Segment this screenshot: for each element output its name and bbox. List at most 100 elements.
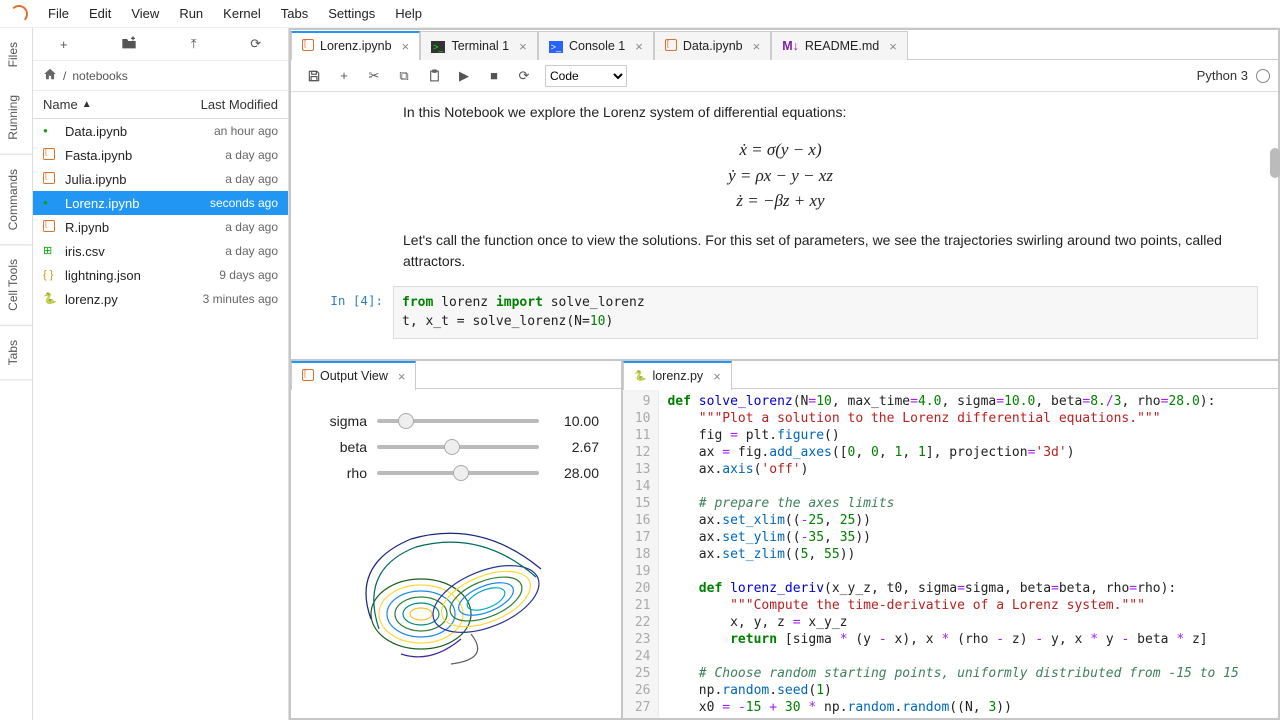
markdown-text: Let's call the function once to view the… xyxy=(403,230,1258,272)
file-name: Julia.ipynb xyxy=(65,172,225,187)
json-icon: { } xyxy=(43,270,59,281)
paste-button[interactable] xyxy=(419,64,449,88)
tabbar-top: Lorenz.ipynb×>_Terminal 1×>_Console 1×Da… xyxy=(291,30,1278,60)
close-icon[interactable]: × xyxy=(753,39,761,54)
tab-console-1[interactable]: >_Console 1× xyxy=(538,31,654,60)
slider-thumb[interactable] xyxy=(444,439,460,455)
restart-button[interactable]: ⟳ xyxy=(509,64,539,88)
file-name: Data.ipynb xyxy=(65,124,214,139)
close-icon[interactable]: × xyxy=(402,39,410,54)
filebrowser-toolbar: + ⤒ ⟳ xyxy=(33,28,288,61)
menu-help[interactable]: Help xyxy=(385,2,432,25)
close-icon[interactable]: × xyxy=(635,39,643,54)
file-modified: a day ago xyxy=(225,244,278,258)
slider-track[interactable] xyxy=(377,419,539,423)
sort-asc-icon: ▲ xyxy=(82,99,92,110)
kernel-name[interactable]: Python 3 xyxy=(1197,68,1248,83)
tab-terminal-1[interactable]: >_Terminal 1× xyxy=(420,31,538,60)
cut-button[interactable]: ✂ xyxy=(359,64,389,88)
slider-sigma[interactable]: sigma10.00 xyxy=(297,413,615,429)
slider-label: sigma xyxy=(313,413,367,429)
close-icon[interactable]: × xyxy=(713,369,721,384)
notebook-toolbar: + ✂ ⧉ ▶ ■ ⟳ Code Python 3 xyxy=(291,60,1278,92)
sidebar-tab-running[interactable]: Running xyxy=(0,81,32,155)
slider-thumb[interactable] xyxy=(398,413,414,429)
slider-thumb[interactable] xyxy=(453,465,469,481)
column-header-name[interactable]: Name ▲ xyxy=(43,97,201,112)
close-icon[interactable]: × xyxy=(519,39,527,54)
file-modified: a day ago xyxy=(225,220,278,234)
tab-lorenz-py[interactable]: 🐍 lorenz.py × xyxy=(623,361,732,390)
file-name: iris.csv xyxy=(65,244,225,259)
close-icon[interactable]: × xyxy=(889,39,897,54)
menu-file[interactable]: File xyxy=(38,2,79,25)
new-folder-button[interactable] xyxy=(113,32,145,57)
file-row[interactable]: { }lightning.json9 days ago xyxy=(33,263,288,287)
file-row[interactable]: ●Lorenz.ipynbseconds ago xyxy=(33,191,288,215)
file-row[interactable]: 🐍lorenz.py3 minutes ago xyxy=(33,287,288,311)
tab-lorenz-ipynb[interactable]: Lorenz.ipynb× xyxy=(291,31,420,60)
file-row[interactable]: Fasta.ipynba day ago xyxy=(33,143,288,167)
sidebar-tab-cell-tools[interactable]: Cell Tools xyxy=(0,245,32,326)
refresh-button[interactable]: ⟳ xyxy=(242,32,269,56)
jupyter-logo-icon xyxy=(10,5,28,23)
slider-track[interactable] xyxy=(377,445,539,449)
slider-beta[interactable]: beta2.67 xyxy=(297,439,615,455)
term-icon: >_ xyxy=(431,39,445,53)
menu-edit[interactable]: Edit xyxy=(79,2,121,25)
python-icon: 🐍 xyxy=(43,294,59,305)
upload-button[interactable]: ⤒ xyxy=(183,32,205,56)
md-icon: M↓ xyxy=(782,39,799,53)
slider-label: beta xyxy=(313,439,367,455)
breadcrumb-item[interactable]: notebooks xyxy=(72,69,127,83)
sidebar-tab-files[interactable]: Files xyxy=(0,28,32,81)
menu-view[interactable]: View xyxy=(121,2,169,25)
sidebar-tab-commands[interactable]: Commands xyxy=(0,155,32,245)
file-row[interactable]: R.ipynba day ago xyxy=(33,215,288,239)
new-launcher-button[interactable]: + xyxy=(52,33,76,56)
file-row[interactable]: Julia.ipynba day ago xyxy=(33,167,288,191)
file-modified: a day ago xyxy=(225,148,278,162)
copy-button[interactable]: ⧉ xyxy=(389,64,419,88)
notebook-icon xyxy=(43,220,59,235)
output-view-pane: Output View × sigma10.00 beta2.67 rho28.00 xyxy=(291,361,621,718)
file-name: lightning.json xyxy=(65,268,219,283)
text-editor[interactable]: 9 10 11 12 13 14 15 16 17 18 19 20 21 22… xyxy=(623,389,1278,718)
file-row[interactable]: ●Data.ipynban hour ago xyxy=(33,119,288,143)
breadcrumb[interactable]: / notebooks xyxy=(33,61,288,91)
file-row[interactable]: ⊞iris.csva day ago xyxy=(33,239,288,263)
editor-pane: 🐍 lorenz.py × 9 10 11 12 13 14 15 16 17 … xyxy=(623,361,1278,718)
slider-rho[interactable]: rho28.00 xyxy=(297,465,615,481)
code-cell[interactable]: In [4]: from lorenz import solve_lorenz … xyxy=(303,286,1258,339)
code-input[interactable]: from lorenz import solve_lorenz t, x_t =… xyxy=(393,286,1258,339)
menu-run[interactable]: Run xyxy=(169,2,213,25)
kernel-status-icon xyxy=(1256,69,1270,83)
menu-settings[interactable]: Settings xyxy=(318,2,385,25)
save-button[interactable] xyxy=(299,64,329,88)
cell-type-select[interactable]: Code xyxy=(545,65,627,87)
add-cell-button[interactable]: + xyxy=(329,64,359,88)
code-area[interactable]: def solve_lorenz(N=10, max_time=4.0, sig… xyxy=(659,389,1278,718)
line-gutter: 9 10 11 12 13 14 15 16 17 18 19 20 21 22… xyxy=(623,389,659,718)
file-name: Fasta.ipynb xyxy=(65,148,225,163)
notebook-pane: Lorenz.ipynb×>_Terminal 1×>_Console 1×Da… xyxy=(291,30,1278,359)
file-modified: seconds ago xyxy=(210,196,278,210)
file-name: R.ipynb xyxy=(65,220,225,235)
scrollbar-thumb[interactable] xyxy=(1270,148,1278,178)
column-header-modified[interactable]: Last Modified xyxy=(201,97,278,112)
tab-readme-md[interactable]: M↓README.md× xyxy=(771,31,908,60)
home-icon[interactable] xyxy=(43,67,57,84)
equations: ẋ = σ(y − x) ẏ = ρx − y − xz ż = −βz + x… xyxy=(303,137,1258,214)
file-name: lorenz.py xyxy=(65,292,203,307)
menu-kernel[interactable]: Kernel xyxy=(213,2,271,25)
tab-data-ipynb[interactable]: Data.ipynb× xyxy=(654,31,771,60)
notebook-content[interactable]: In this Notebook we explore the Lorenz s… xyxy=(291,92,1278,359)
menu-tabs[interactable]: Tabs xyxy=(271,2,318,25)
stop-button[interactable]: ■ xyxy=(479,64,509,88)
tab-output-view[interactable]: Output View × xyxy=(291,361,416,390)
sidebar-tab-tabs[interactable]: Tabs xyxy=(0,326,32,380)
close-icon[interactable]: × xyxy=(398,369,406,384)
slider-track[interactable] xyxy=(377,471,539,475)
notebook-icon xyxy=(302,369,314,384)
run-button[interactable]: ▶ xyxy=(449,64,479,88)
